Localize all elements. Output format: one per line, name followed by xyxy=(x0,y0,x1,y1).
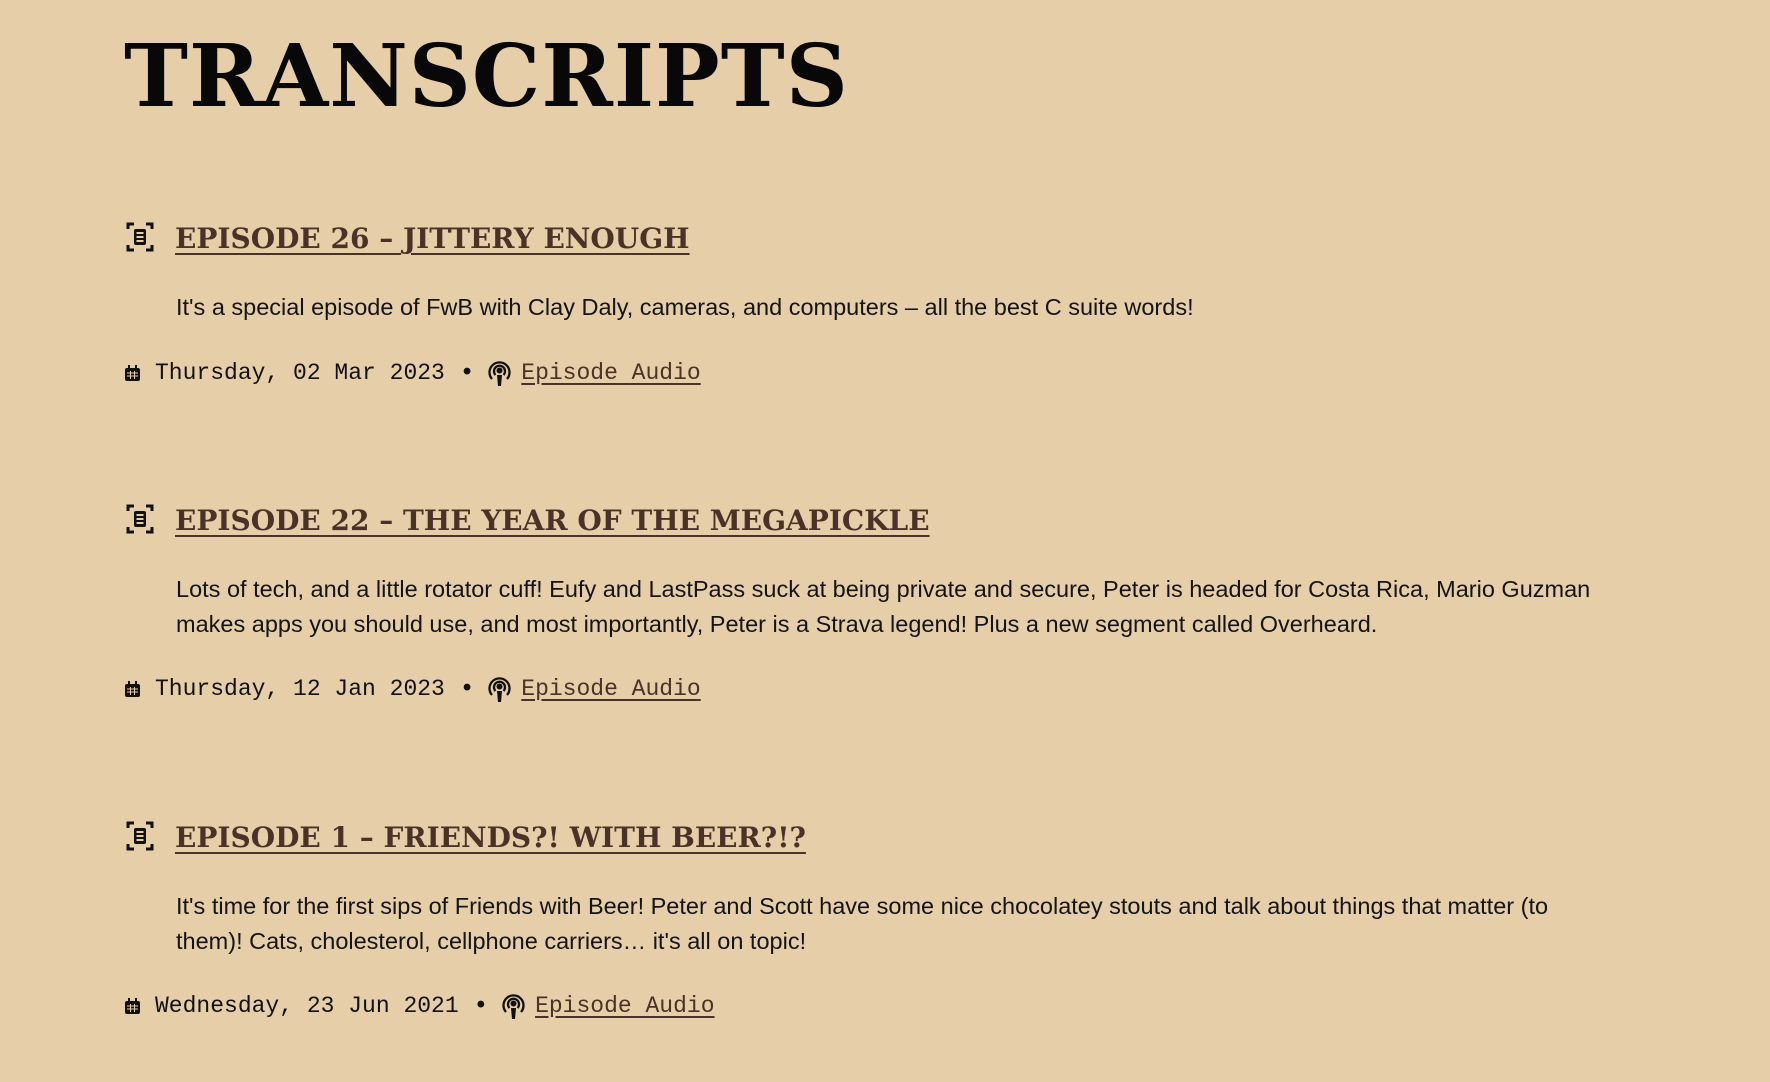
episode-date: Thursday, 02 Mar 2023 xyxy=(155,360,445,386)
episode-description: It's a special episode of FwB with Clay … xyxy=(176,294,1194,320)
episode-audio-link[interactable]: Episode Audio xyxy=(521,360,700,386)
episode-card: EPISODE 26 – JITTERY ENOUGH It's a speci… xyxy=(124,220,1624,387)
episode-meta-row: Thursday, 12 Jan 2023 • Episode Audio xyxy=(124,672,701,706)
podcast-icon xyxy=(488,361,511,386)
episode-card: EPISODE 22 – THE YEAR OF THE MEGAPICKLE … xyxy=(124,502,1624,703)
episode-audio-link[interactable]: Episode Audio xyxy=(535,993,714,1019)
episode-audio-link[interactable]: Episode Audio xyxy=(521,676,700,702)
transcript-icon xyxy=(126,222,154,252)
episode-card: EPISODE 1 – FRIENDS?! WITH BEER?!? It's … xyxy=(124,819,1624,1020)
episode-description: It's time for the first sips of Friends … xyxy=(176,893,1549,954)
podcast-icon xyxy=(488,677,511,702)
transcripts-page: TRANSCRIPTS EPISODE 26 – JITTERY ENOUGH … xyxy=(0,0,1770,1082)
meta-separator: • xyxy=(459,675,475,703)
meta-separator: • xyxy=(473,992,489,1020)
transcript-icon xyxy=(126,821,154,851)
episode-date: Thursday, 12 Jan 2023 xyxy=(155,676,445,702)
episode-meta-row: Wednesday, 23 Jun 2021 • Episode Audio xyxy=(124,989,715,1023)
episode-title-link[interactable]: EPISODE 26 – JITTERY ENOUGH xyxy=(175,220,690,258)
calendar-icon xyxy=(125,997,140,1014)
episode-title-link[interactable]: EPISODE 22 – THE YEAR OF THE MEGAPICKLE xyxy=(175,502,930,540)
episode-title-row: EPISODE 1 – FRIENDS?! WITH BEER?!? xyxy=(124,819,1624,857)
meta-separator: • xyxy=(459,359,475,387)
episode-title-row: EPISODE 26 – JITTERY ENOUGH xyxy=(124,220,1624,258)
calendar-icon xyxy=(125,680,140,697)
episode-meta-row: Thursday, 02 Mar 2023 • Episode Audio xyxy=(124,356,701,390)
episode-title-link[interactable]: EPISODE 1 – FRIENDS?! WITH BEER?!? xyxy=(175,819,806,857)
episode-description: Lots of tech, and a little rotator cuff!… xyxy=(176,576,1591,637)
episode-title-row: EPISODE 22 – THE YEAR OF THE MEGAPICKLE xyxy=(124,502,1624,540)
transcript-icon xyxy=(126,504,154,534)
page-title: TRANSCRIPTS xyxy=(124,26,849,127)
podcast-icon xyxy=(502,994,525,1019)
episode-date: Wednesday, 23 Jun 2021 xyxy=(155,993,459,1019)
calendar-icon xyxy=(125,364,140,381)
